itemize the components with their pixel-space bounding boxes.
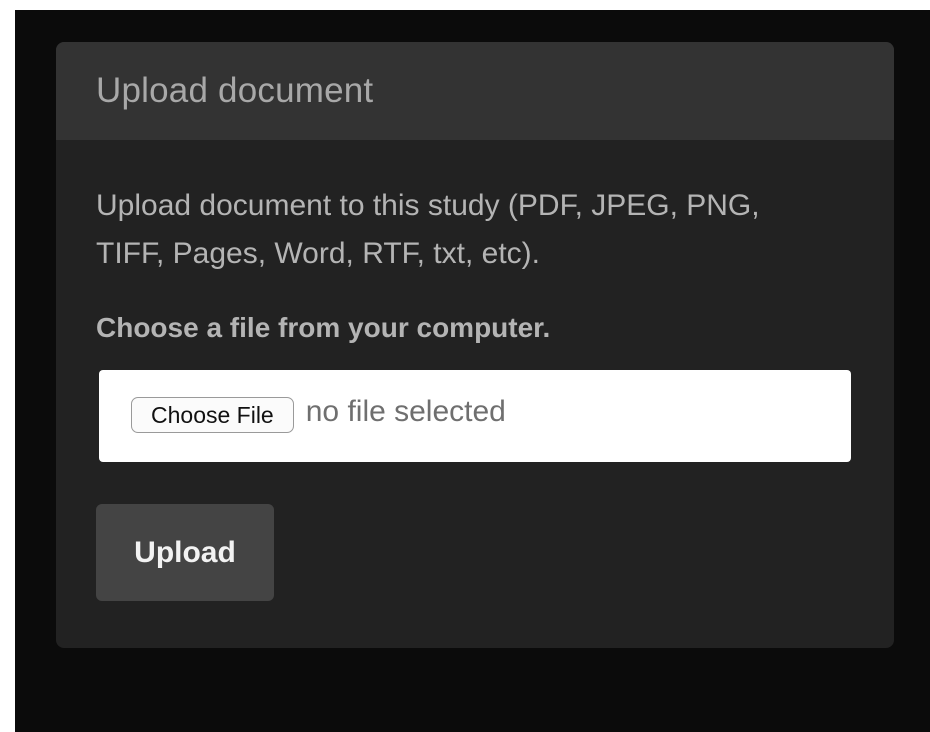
upload-description: Upload document to this study (PDF, JPEG… <box>96 189 760 270</box>
file-input-field[interactable]: Choose File no file selected <box>99 370 851 462</box>
upload-document-panel: Upload document Upload document to this … <box>56 42 894 648</box>
panel-body: Upload document to this study (PDF, JPEG… <box>56 140 894 601</box>
upload-button[interactable]: Upload <box>96 504 274 601</box>
panel-header: Upload document <box>56 42 894 140</box>
file-prompt-label: Choose a file from your computer. <box>96 312 551 343</box>
file-status-text: no file selected <box>305 395 506 428</box>
choose-file-button[interactable]: Choose File <box>131 397 294 433</box>
panel-title: Upload document <box>96 71 374 110</box>
